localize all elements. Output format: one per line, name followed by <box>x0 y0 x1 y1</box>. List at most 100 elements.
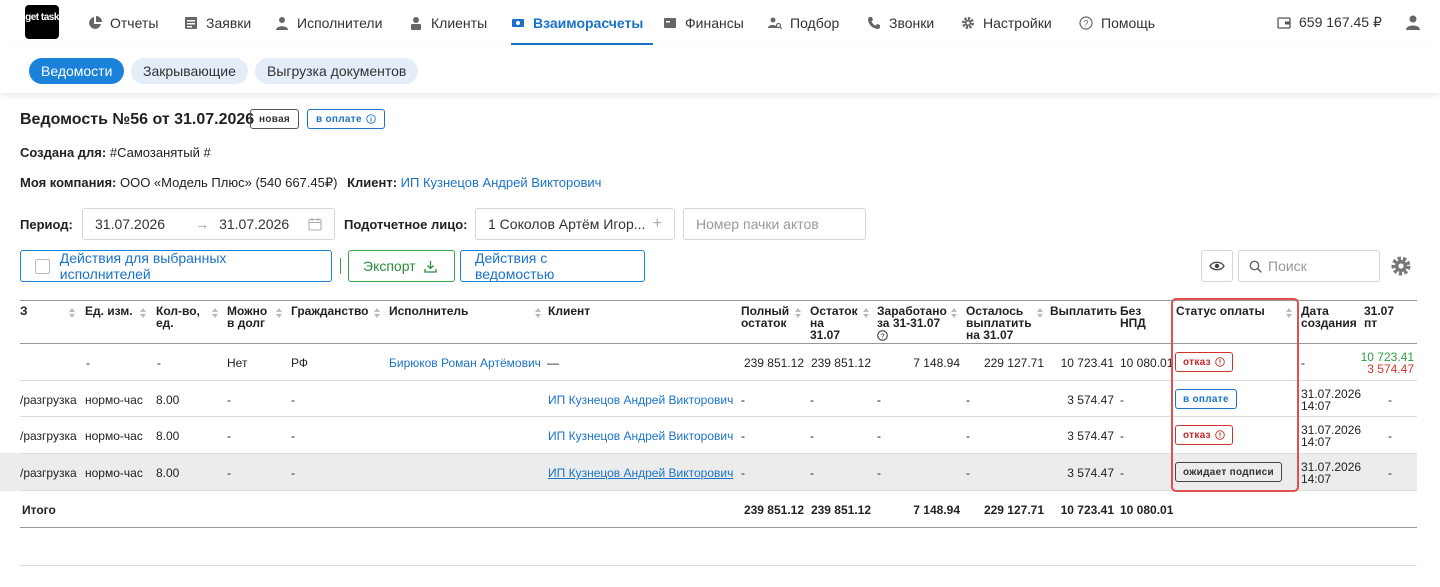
cell-balance-on-date: 239 851.12 <box>810 356 871 370</box>
user-profile-icon[interactable] <box>1405 14 1421 30</box>
cell-unit: нормо-час <box>85 429 143 443</box>
sort-icon[interactable] <box>68 307 76 319</box>
tab-statements[interactable]: Ведомости <box>29 58 125 84</box>
cell-client-link[interactable]: ИП Кузнецов Андрей Викторович <box>548 394 733 406</box>
getask-logo[interactable]: get task <box>25 5 59 39</box>
cell-citizenship: - <box>291 429 295 443</box>
tab-closing-docs[interactable]: Закрывающие <box>131 58 248 84</box>
client-link[interactable]: ИП Кузнецов Андрей Викторович <box>401 175 602 190</box>
help-icon[interactable]: ? <box>877 330 888 341</box>
search-people-icon <box>768 17 782 29</box>
cell-left-to-pay: 229 127.71 <box>983 356 1044 370</box>
nav-item-help[interactable]: ? Помощь <box>1079 0 1155 45</box>
nav-item-calls[interactable]: Звонки <box>867 0 934 45</box>
table-settings-gear-icon[interactable] <box>1390 255 1412 277</box>
nav-item-clients[interactable]: Клиенты <box>409 0 487 45</box>
nav-item-selection[interactable]: Подбор <box>768 0 839 45</box>
select-all-checkbox[interactable] <box>35 258 50 274</box>
info-icon[interactable] <box>366 114 376 124</box>
search-placeholder: Поиск <box>1268 258 1307 274</box>
col-header-line: в долг <box>227 316 265 330</box>
cell-client-link[interactable]: ИП Кузнецов Андрей Викторович <box>548 430 733 442</box>
created-for-line: Создана для: #Самозанятый # <box>20 145 211 160</box>
period-label: Период: <box>20 217 73 232</box>
search-input[interactable]: Поиск <box>1238 250 1380 282</box>
sort-icon[interactable] <box>211 307 219 319</box>
col-header-line: создания <box>1301 316 1357 330</box>
col-header-day[interactable]: 31.07 пт <box>1364 305 1394 329</box>
col-header-debt[interactable]: Можно в долг <box>227 305 267 329</box>
cell-day: - <box>1388 466 1392 480</box>
button-label: Экспорт <box>363 258 416 274</box>
export-button[interactable]: Экспорт <box>348 250 455 282</box>
visibility-toggle-button[interactable] <box>1201 250 1233 282</box>
cell-without-npd: - <box>1120 466 1124 480</box>
cell-debt: - <box>227 466 231 480</box>
nav-label: Помощь <box>1101 14 1156 31</box>
sort-icon[interactable] <box>139 307 147 319</box>
nav-item-settlements[interactable]: Взаиморасчеты <box>511 0 654 45</box>
cell-client-link[interactable]: ИП Кузнецов Андрей Викторович <box>548 467 733 479</box>
nav-label: Клиенты <box>431 14 488 31</box>
nav-label: Заявки <box>206 14 252 31</box>
calendar-icon[interactable] <box>308 217 322 231</box>
total-bottom-border <box>20 527 1417 528</box>
sort-icon[interactable] <box>862 307 870 319</box>
col-header-work[interactable]: З <box>20 305 28 317</box>
svg-text:?: ? <box>1083 18 1088 28</box>
nav-label: Отчеты <box>110 14 159 31</box>
col-header-balance-on-date[interactable]: Остаток на 31.07 <box>810 305 858 341</box>
download-icon <box>423 260 437 273</box>
act-batch-number-input[interactable]: Номер пачки актов <box>683 208 866 240</box>
wallet-icon <box>1277 16 1291 29</box>
nav-label: Взаиморасчеты <box>533 14 644 31</box>
account-balance[interactable]: 659 167.45 ₽ <box>1277 0 1382 45</box>
col-header-line: ед. <box>156 316 174 330</box>
sort-icon[interactable] <box>950 307 958 319</box>
cell-executor-link[interactable]: Бирюков Роман Артёмович <box>389 357 541 369</box>
cell-unit: - <box>86 356 90 370</box>
nav-item-finance[interactable]: Финансы <box>663 0 744 45</box>
nav-item-executors[interactable]: Исполнители <box>275 0 382 45</box>
col-header-qty[interactable]: Кол-во, ед. <box>156 305 200 329</box>
top-navigation: get task Отчеты Заявки Исполнители Клиен… <box>0 0 1440 45</box>
col-header-executor[interactable]: Исполнитель <box>389 305 468 317</box>
plus-icon[interactable]: + <box>653 215 662 233</box>
person-icon <box>276 16 288 30</box>
cell-created-time: 14:07 <box>1301 399 1332 413</box>
cell-debt: - <box>227 429 231 443</box>
accountable-person-select[interactable]: 1 Соколов Артём Игор... + <box>475 208 675 240</box>
sort-icon[interactable] <box>534 307 542 319</box>
cell-without-npd: 10 080.01 <box>1120 356 1174 370</box>
col-header-without-npd[interactable]: Без НПД <box>1120 305 1146 329</box>
period-date-range[interactable]: 31.07.2026 → 31.07.2026 <box>82 208 335 240</box>
created-for-value: #Самозанятый # <box>109 145 211 160</box>
col-header-created[interactable]: Дата создания <box>1301 305 1357 329</box>
svg-text:?: ? <box>880 332 884 341</box>
tab-export-docs[interactable]: Выгрузка документов <box>255 58 419 84</box>
total-without-npd: 10 080.01 <box>1120 503 1174 517</box>
cell-without-npd: - <box>1120 393 1124 407</box>
nav-item-settings[interactable]: Настройки <box>961 0 1052 45</box>
sort-icon[interactable] <box>275 307 283 319</box>
sort-icon[interactable] <box>794 307 802 319</box>
total-balance-on-date: 239 851.12 <box>810 503 871 517</box>
col-header-citizenship[interactable]: Гражданство <box>291 305 369 317</box>
col-header-earned[interactable]: Заработано за 31-31.07 <box>877 305 947 329</box>
col-header-line: 31.07 <box>810 328 841 342</box>
col-header-client[interactable]: Клиент <box>548 305 590 317</box>
col-header-full-balance[interactable]: Полный остаток <box>741 305 789 329</box>
col-header-unit[interactable]: Ед. изм. <box>85 305 133 317</box>
subtabs-bar: Ведомости Закрывающие Выгрузка документо… <box>0 45 1440 93</box>
col-header-to-pay[interactable]: Выплатить <box>1050 305 1117 317</box>
nav-item-reports[interactable]: Отчеты <box>88 0 158 45</box>
selected-executors-actions-button[interactable]: Действия для выбранных исполнителей <box>20 250 332 282</box>
sort-icon[interactable] <box>1036 307 1044 319</box>
nav-label: Финансы <box>685 14 744 31</box>
col-header-left-to-pay[interactable]: Осталось выплатить на 31.07 <box>966 305 1032 341</box>
statement-actions-button[interactable]: Действия с ведомостью <box>460 250 645 282</box>
nav-item-requests[interactable]: Заявки <box>184 0 251 45</box>
cell-balance-on-date: - <box>810 466 814 480</box>
sort-icon[interactable] <box>373 307 381 319</box>
client-icon <box>411 16 421 30</box>
